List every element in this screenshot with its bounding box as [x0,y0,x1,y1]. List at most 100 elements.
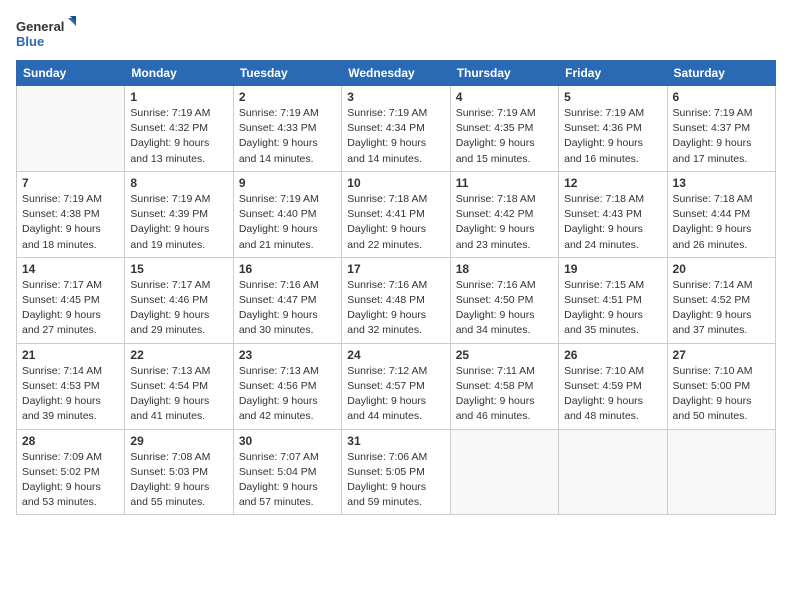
calendar-cell: 29 Sunrise: 7:08 AMSunset: 5:03 PMDayligh… [125,429,233,515]
calendar-cell: 12Sunrise: 7:18 AMSunset: 4:43 PMDayligh… [559,171,667,257]
calendar-cell: 27 Sunrise: 7:10 AMSunset: 5:00 PMDayligh… [667,343,775,429]
cell-info: Sunrise: 7:19 AMSunset: 4:39 PMDaylight:… [130,192,227,253]
calendar-header-row: SundayMondayTuesdayWednesdayThursdayFrid… [17,61,776,86]
calendar-week-row: 21Sunrise: 7:14 AMSunset: 4:53 PMDayligh… [17,343,776,429]
day-number: 5 [564,90,661,104]
calendar-header-tuesday: Tuesday [233,61,341,86]
calendar-cell: 31 Sunrise: 7:06 AMSunset: 5:05 PMDayligh… [342,429,450,515]
calendar-cell: 4 Sunrise: 7:19 AMSunset: 4:35 PMDaylight… [450,86,558,172]
calendar-cell: 2 Sunrise: 7:19 AMSunset: 4:33 PMDaylight… [233,86,341,172]
calendar-header-friday: Friday [559,61,667,86]
calendar-header-monday: Monday [125,61,233,86]
calendar-cell: 15Sunrise: 7:17 AMSunset: 4:46 PMDayligh… [125,257,233,343]
day-number: 6 [673,90,770,104]
calendar-cell: 7Sunrise: 7:19 AMSunset: 4:38 PMDaylight… [17,171,125,257]
calendar-cell: 19 Sunrise: 7:15 AMSunset: 4:51 PMDayligh… [559,257,667,343]
calendar-cell: 8 Sunrise: 7:19 AMSunset: 4:39 PMDaylight… [125,171,233,257]
cell-info: Sunrise: 7:09 AMSunset: 5:02 PMDaylight:… [22,450,119,511]
cell-info: Sunrise: 7:06 AMSunset: 5:05 PMDaylight:… [347,450,444,511]
calendar-cell: 22Sunrise: 7:13 AMSunset: 4:54 PMDayligh… [125,343,233,429]
cell-info: Sunrise: 7:19 AMSunset: 4:40 PMDaylight:… [239,192,336,253]
calendar: SundayMondayTuesdayWednesdayThursdayFrid… [16,60,776,515]
calendar-cell: 17 Sunrise: 7:16 AMSunset: 4:48 PMDayligh… [342,257,450,343]
calendar-cell [667,429,775,515]
day-number: 27 [673,348,770,362]
day-number: 3 [347,90,444,104]
calendar-cell: 3 Sunrise: 7:19 AMSunset: 4:34 PMDaylight… [342,86,450,172]
calendar-cell [559,429,667,515]
calendar-cell: 28Sunrise: 7:09 AMSunset: 5:02 PMDayligh… [17,429,125,515]
calendar-cell [450,429,558,515]
calendar-header-thursday: Thursday [450,61,558,86]
day-number: 18 [456,262,553,276]
logo: General Blue [16,16,76,52]
day-number: 17 [347,262,444,276]
calendar-cell: 9Sunrise: 7:19 AMSunset: 4:40 PMDaylight… [233,171,341,257]
cell-info: Sunrise: 7:11 AMSunset: 4:58 PMDaylight:… [456,364,553,425]
cell-info: Sunrise: 7:10 AMSunset: 4:59 PMDaylight:… [564,364,661,425]
calendar-cell: 10 Sunrise: 7:18 AMSunset: 4:41 PMDayligh… [342,171,450,257]
day-number: 29 [130,434,227,448]
day-number: 8 [130,176,227,190]
svg-text:General: General [16,19,64,34]
logo-svg: General Blue [16,16,76,52]
day-number: 13 [673,176,770,190]
calendar-cell: 23Sunrise: 7:13 AMSunset: 4:56 PMDayligh… [233,343,341,429]
cell-info: Sunrise: 7:12 AMSunset: 4:57 PMDaylight:… [347,364,444,425]
calendar-header-sunday: Sunday [17,61,125,86]
header: General Blue [16,16,776,52]
cell-info: Sunrise: 7:14 AMSunset: 4:53 PMDaylight:… [22,364,119,425]
day-number: 25 [456,348,553,362]
day-number: 16 [239,262,336,276]
cell-info: Sunrise: 7:15 AMSunset: 4:51 PMDaylight:… [564,278,661,339]
cell-info: Sunrise: 7:19 AMSunset: 4:38 PMDaylight:… [22,192,119,253]
cell-info: Sunrise: 7:19 AMSunset: 4:35 PMDaylight:… [456,106,553,167]
cell-info: Sunrise: 7:10 AMSunset: 5:00 PMDaylight:… [673,364,770,425]
calendar-cell: 11Sunrise: 7:18 AMSunset: 4:42 PMDayligh… [450,171,558,257]
cell-info: Sunrise: 7:19 AMSunset: 4:33 PMDaylight:… [239,106,336,167]
calendar-header-wednesday: Wednesday [342,61,450,86]
day-number: 23 [239,348,336,362]
cell-info: Sunrise: 7:16 AMSunset: 4:50 PMDaylight:… [456,278,553,339]
cell-info: Sunrise: 7:07 AMSunset: 5:04 PMDaylight:… [239,450,336,511]
cell-info: Sunrise: 7:18 AMSunset: 4:41 PMDaylight:… [347,192,444,253]
day-number: 22 [130,348,227,362]
cell-info: Sunrise: 7:19 AMSunset: 4:37 PMDaylight:… [673,106,770,167]
day-number: 26 [564,348,661,362]
cell-info: Sunrise: 7:16 AMSunset: 4:48 PMDaylight:… [347,278,444,339]
day-number: 1 [130,90,227,104]
calendar-cell: 16 Sunrise: 7:16 AMSunset: 4:47 PMDayligh… [233,257,341,343]
day-number: 4 [456,90,553,104]
day-number: 15 [130,262,227,276]
calendar-cell: 5 Sunrise: 7:19 AMSunset: 4:36 PMDaylight… [559,86,667,172]
cell-info: Sunrise: 7:19 AMSunset: 4:36 PMDaylight:… [564,106,661,167]
calendar-cell: 25 Sunrise: 7:11 AMSunset: 4:58 PMDayligh… [450,343,558,429]
day-number: 20 [673,262,770,276]
calendar-cell: 1Sunrise: 7:19 AMSunset: 4:32 PMDaylight… [125,86,233,172]
calendar-week-row: 14Sunrise: 7:17 AMSunset: 4:45 PMDayligh… [17,257,776,343]
day-number: 10 [347,176,444,190]
day-number: 30 [239,434,336,448]
day-number: 2 [239,90,336,104]
cell-info: Sunrise: 7:16 AMSunset: 4:47 PMDaylight:… [239,278,336,339]
cell-info: Sunrise: 7:17 AMSunset: 4:45 PMDaylight:… [22,278,119,339]
calendar-week-row: 1Sunrise: 7:19 AMSunset: 4:32 PMDaylight… [17,86,776,172]
calendar-week-row: 7Sunrise: 7:19 AMSunset: 4:38 PMDaylight… [17,171,776,257]
calendar-cell: 13Sunrise: 7:18 AMSunset: 4:44 PMDayligh… [667,171,775,257]
cell-info: Sunrise: 7:19 AMSunset: 4:34 PMDaylight:… [347,106,444,167]
day-number: 11 [456,176,553,190]
calendar-cell: 30 Sunrise: 7:07 AMSunset: 5:04 PMDayligh… [233,429,341,515]
calendar-cell: 21Sunrise: 7:14 AMSunset: 4:53 PMDayligh… [17,343,125,429]
calendar-cell: 26 Sunrise: 7:10 AMSunset: 4:59 PMDayligh… [559,343,667,429]
cell-info: Sunrise: 7:14 AMSunset: 4:52 PMDaylight:… [673,278,770,339]
day-number: 19 [564,262,661,276]
calendar-cell: 18 Sunrise: 7:16 AMSunset: 4:50 PMDayligh… [450,257,558,343]
day-number: 31 [347,434,444,448]
calendar-cell: 20 Sunrise: 7:14 AMSunset: 4:52 PMDayligh… [667,257,775,343]
calendar-header-saturday: Saturday [667,61,775,86]
calendar-cell: 14Sunrise: 7:17 AMSunset: 4:45 PMDayligh… [17,257,125,343]
calendar-cell [17,86,125,172]
calendar-cell: 6 Sunrise: 7:19 AMSunset: 4:37 PMDaylight… [667,86,775,172]
calendar-week-row: 28Sunrise: 7:09 AMSunset: 5:02 PMDayligh… [17,429,776,515]
cell-info: Sunrise: 7:08 AMSunset: 5:03 PMDaylight:… [130,450,227,511]
